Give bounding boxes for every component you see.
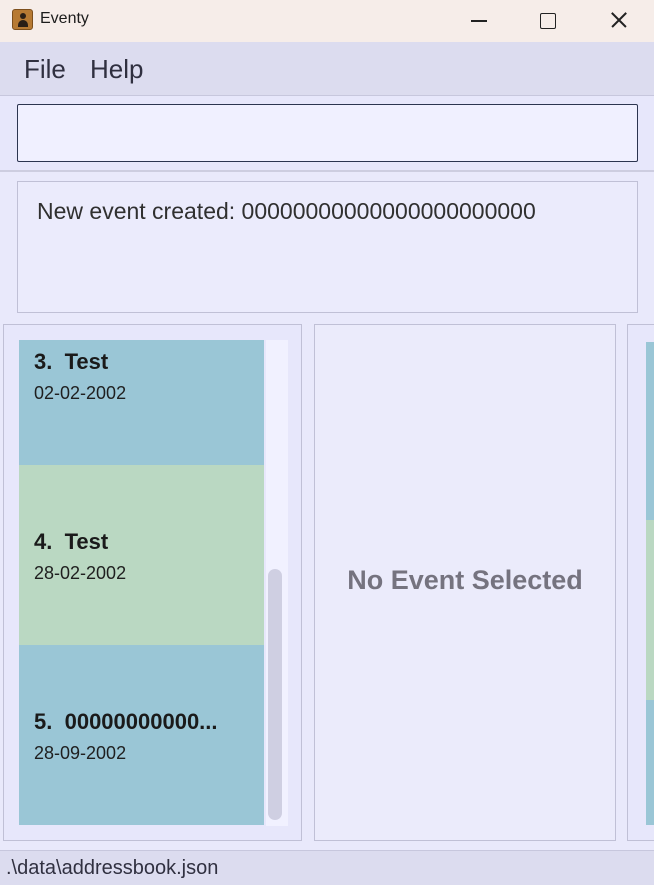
side-panel xyxy=(627,324,654,841)
event-detail-panel: No Event Selected xyxy=(314,324,616,841)
menu-bar: File Help xyxy=(0,42,654,96)
event-list[interactable]: 3. Test 02-02-2002 4. Test 28-02-2002 5.… xyxy=(19,340,264,826)
scrollbar-thumb[interactable] xyxy=(268,569,282,820)
side-card xyxy=(646,520,654,700)
event-date: 28-02-2002 xyxy=(34,563,127,583)
minimize-button[interactable] xyxy=(449,0,509,42)
event-list-panel: 3. Test 02-02-2002 4. Test 28-02-2002 5.… xyxy=(3,324,302,841)
maximize-button[interactable] xyxy=(517,0,577,42)
event-card[interactable]: 4. Test 28-02-2002 xyxy=(19,465,264,645)
window-title: Eventy xyxy=(40,10,89,27)
event-date: 28-09-2002 xyxy=(34,743,127,763)
side-card xyxy=(646,700,654,825)
command-input[interactable] xyxy=(17,104,638,162)
status-bar: .\data\addressbook.json xyxy=(0,850,654,885)
address-book-icon xyxy=(12,9,33,30)
event-card[interactable]: 5. 00000000000... 28-09-2002 xyxy=(19,645,264,825)
no-selection-message: No Event Selected xyxy=(347,565,583,595)
command-box xyxy=(0,96,654,172)
title-bar: Eventy xyxy=(0,0,654,42)
event-title: 3. Test xyxy=(34,349,109,374)
event-title: 4. Test xyxy=(34,529,109,554)
data-file-path: .\data\addressbook.json xyxy=(6,857,219,879)
menu-file[interactable]: File xyxy=(24,54,66,85)
result-message: New event created: 000000000000000000000… xyxy=(37,198,536,224)
close-button[interactable] xyxy=(589,0,649,42)
side-card xyxy=(646,342,654,520)
event-title: 5. 00000000000... xyxy=(34,709,218,734)
result-display: New event created: 000000000000000000000… xyxy=(17,181,638,313)
event-date: 02-02-2002 xyxy=(34,383,127,403)
menu-help[interactable]: Help xyxy=(90,54,143,85)
